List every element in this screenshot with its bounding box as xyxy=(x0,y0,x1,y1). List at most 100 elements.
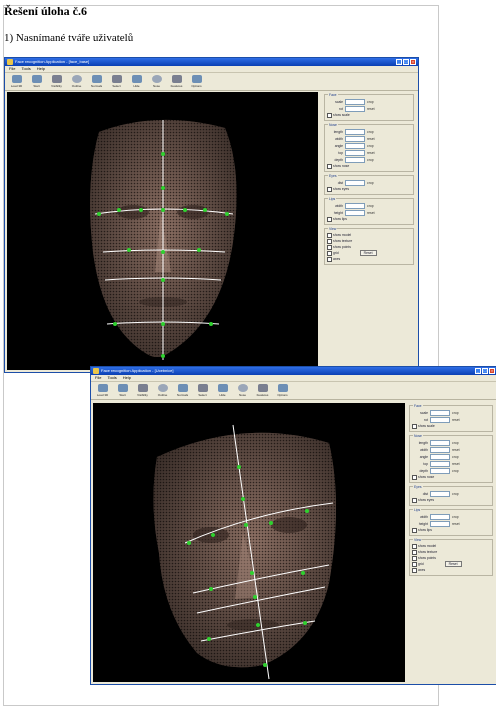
toolbar-button[interactable]: Start xyxy=(114,384,131,397)
field-input[interactable] xyxy=(430,446,450,453)
toolbar-button[interactable]: Options xyxy=(188,75,205,88)
field-input[interactable] xyxy=(430,409,450,416)
3d-viewport[interactable] xyxy=(93,403,405,682)
field-option[interactable]: crop xyxy=(452,441,459,445)
field-input[interactable] xyxy=(430,416,450,423)
maximize-button[interactable]: □ xyxy=(403,59,409,65)
field-option[interactable]: crop xyxy=(367,144,374,148)
toolbar-button[interactable]: Start xyxy=(28,75,45,88)
checkbox[interactable] xyxy=(327,232,332,238)
close-button[interactable]: × xyxy=(410,59,416,65)
toolbar-button[interactable]: Normals xyxy=(174,384,191,397)
toolbar-button[interactable]: Visibility xyxy=(48,75,65,88)
field-input[interactable] xyxy=(345,105,365,112)
field-option[interactable]: crop xyxy=(367,181,374,185)
toolbar-button[interactable]: Hide xyxy=(128,75,145,88)
checkbox[interactable] xyxy=(412,561,417,567)
checkbox[interactable] xyxy=(327,216,332,222)
field-option[interactable]: reset xyxy=(367,151,375,155)
checkbox[interactable] xyxy=(327,244,332,250)
field-input[interactable] xyxy=(430,467,450,474)
menu-file[interactable]: File xyxy=(95,375,101,381)
field-input[interactable] xyxy=(430,439,450,446)
field-input[interactable] xyxy=(345,179,365,186)
menu-help[interactable]: Help xyxy=(37,66,45,72)
reset-button[interactable]: Reset xyxy=(359,250,377,256)
checkbox-row[interactable]: show nose xyxy=(327,163,411,169)
checkbox-row[interactable]: show eyes xyxy=(412,497,490,503)
field-option[interactable]: reset xyxy=(452,522,460,526)
toolbar-button[interactable]: Select xyxy=(108,75,125,88)
checkbox[interactable] xyxy=(327,163,332,169)
field-input[interactable] xyxy=(345,156,365,163)
field-input[interactable] xyxy=(345,128,365,135)
checkbox-row[interactable]: show eyes xyxy=(327,186,411,192)
toolbar-button[interactable]: Nose xyxy=(148,75,165,88)
checkbox[interactable] xyxy=(412,423,417,429)
checkbox-row[interactable]: show scale xyxy=(327,112,411,118)
toolbar-button[interactable]: Outline xyxy=(154,384,171,397)
menu-tools[interactable]: Tools xyxy=(107,375,116,381)
minimize-button[interactable]: _ xyxy=(475,368,481,374)
reset-button[interactable]: Reset xyxy=(444,561,462,567)
field-input[interactable] xyxy=(345,142,365,149)
field-input[interactable] xyxy=(430,460,450,467)
field-input[interactable] xyxy=(430,520,450,527)
field-option[interactable]: crop xyxy=(452,492,459,496)
toolbar-button[interactable]: Nose xyxy=(234,384,251,397)
field-option[interactable]: crop xyxy=(367,158,374,162)
toolbar-button[interactable]: Features xyxy=(168,75,185,88)
toolbar-button[interactable]: Select xyxy=(194,384,211,397)
checkbox-row[interactable]: show scale xyxy=(412,423,490,429)
field-input[interactable] xyxy=(345,202,365,209)
maximize-button[interactable]: □ xyxy=(482,368,488,374)
checkbox[interactable] xyxy=(412,549,417,555)
toolbar-button[interactable]: Features xyxy=(254,384,271,397)
toolbar-button[interactable]: Normals xyxy=(88,75,105,88)
field-option[interactable]: crop xyxy=(452,515,459,519)
field-option[interactable]: reset xyxy=(452,418,460,422)
checkbox[interactable] xyxy=(327,186,332,192)
minimize-button[interactable]: _ xyxy=(396,59,402,65)
menu-file[interactable]: File xyxy=(9,66,15,72)
checkbox-row[interactable]: axes xyxy=(327,256,411,262)
field-option[interactable]: reset xyxy=(452,448,460,452)
checkbox-row[interactable]: axes xyxy=(412,567,490,573)
field-option[interactable]: crop xyxy=(452,469,459,473)
toolbar-button[interactable]: Outline xyxy=(68,75,85,88)
field-input[interactable] xyxy=(430,490,450,497)
field-input[interactable] xyxy=(430,513,450,520)
checkbox-row[interactable]: show lips xyxy=(412,527,490,533)
toolbar-button[interactable]: Visibility xyxy=(134,384,151,397)
field-input[interactable] xyxy=(345,149,365,156)
toolbar-button[interactable]: Options xyxy=(274,384,291,397)
checkbox[interactable] xyxy=(412,474,417,480)
checkbox[interactable] xyxy=(327,112,332,118)
field-input[interactable] xyxy=(345,209,365,216)
checkbox[interactable] xyxy=(412,567,417,573)
field-option[interactable]: crop xyxy=(367,204,374,208)
field-option[interactable]: crop xyxy=(367,130,374,134)
toolbar-button[interactable]: Load 3D xyxy=(8,75,25,88)
field-option[interactable]: reset xyxy=(367,107,375,111)
field-option[interactable]: reset xyxy=(452,462,460,466)
checkbox[interactable] xyxy=(327,250,332,256)
checkbox-row[interactable]: show lips xyxy=(327,216,411,222)
field-option[interactable]: reset xyxy=(367,211,375,215)
field-input[interactable] xyxy=(430,453,450,460)
toolbar-button[interactable]: Load 3D xyxy=(94,384,111,397)
menu-help[interactable]: Help xyxy=(123,375,131,381)
checkbox[interactable] xyxy=(327,256,332,262)
3d-viewport[interactable] xyxy=(7,92,318,370)
close-button[interactable]: × xyxy=(489,368,495,374)
checkbox-row[interactable]: show nose xyxy=(412,474,490,480)
field-input[interactable] xyxy=(345,98,365,105)
toolbar-button[interactable]: Hide xyxy=(214,384,231,397)
checkbox[interactable] xyxy=(327,238,332,244)
field-option[interactable]: crop xyxy=(452,455,459,459)
field-option[interactable]: crop xyxy=(452,411,459,415)
checkbox[interactable] xyxy=(412,555,417,561)
field-input[interactable] xyxy=(345,135,365,142)
menu-tools[interactable]: Tools xyxy=(21,66,30,72)
field-option[interactable]: crop xyxy=(367,100,374,104)
